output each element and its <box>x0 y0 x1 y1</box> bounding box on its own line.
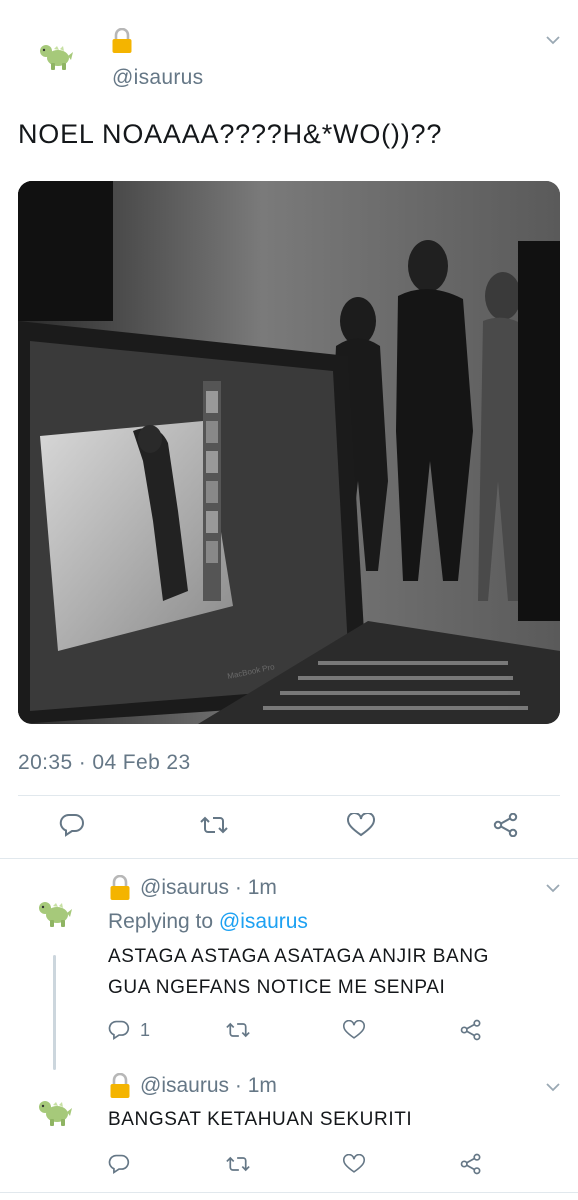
heart-icon <box>347 813 375 837</box>
retweet-button[interactable] <box>192 808 236 842</box>
dinosaur-avatar-icon <box>39 1101 72 1126</box>
reply-button[interactable] <box>108 1150 130 1178</box>
photo-laptop-studio: MacBook Pro <box>18 181 560 724</box>
share-button[interactable] <box>460 1150 482 1178</box>
reply-button[interactable]: 1 <box>108 1016 150 1044</box>
chevron-down-icon[interactable] <box>546 880 560 893</box>
reply-author-handle[interactable]: @isaurus <box>140 876 229 899</box>
tweet-timestamp[interactable]: 20:35 · 04 Feb 23 <box>18 751 191 775</box>
chevron-down-icon[interactable] <box>546 32 560 45</box>
retweet-icon <box>200 816 228 834</box>
reply-author-handle[interactable]: @isaurus <box>140 1074 229 1097</box>
reply-count: 1 <box>140 1019 151 1040</box>
reply-time[interactable]: 1m <box>248 1074 277 1097</box>
retweet-icon <box>226 1156 250 1172</box>
chevron-down-icon[interactable] <box>546 1079 560 1092</box>
separator-dot: · <box>234 876 242 899</box>
replying-to-handle[interactable]: @isaurus <box>219 910 308 933</box>
reply-time[interactable]: 1m <box>248 876 277 899</box>
avatar[interactable] <box>35 893 75 933</box>
lock-icon <box>109 1072 131 1099</box>
reply-icon <box>108 1020 130 1041</box>
tweet-photo[interactable]: MacBook Pro <box>18 181 560 724</box>
like-button[interactable] <box>343 1150 365 1178</box>
dinosaur-avatar-icon <box>40 45 73 70</box>
reply-text: BANGSAT KETAHUAN SEKURITI <box>108 1109 413 1130</box>
divider <box>18 795 560 796</box>
separator-dot: · <box>234 1074 242 1097</box>
tweet-author-handle[interactable]: @isaurus <box>112 66 203 90</box>
replying-to: Replying to @isaurus <box>108 910 308 934</box>
share-icon <box>460 1019 481 1041</box>
reply-icon <box>59 813 84 837</box>
reply-text-line: ASTAGA ASTAGA ASATAGA ANJIR BANG <box>108 946 490 967</box>
lock-icon <box>109 874 131 901</box>
avatar[interactable] <box>36 36 76 76</box>
dinosaur-avatar-icon <box>39 902 72 927</box>
lock-icon <box>111 27 133 54</box>
like-button[interactable] <box>343 1016 365 1044</box>
reply-header: @isaurus · 1m <box>140 876 277 900</box>
retweet-icon <box>226 1022 250 1038</box>
share-icon <box>493 813 518 837</box>
heart-icon <box>343 1154 365 1173</box>
heart-icon <box>343 1020 365 1039</box>
reply-text: ASTAGA ASTAGA ASATAGA ANJIR BANG GUA NGE… <box>108 941 489 1003</box>
reply-button[interactable] <box>50 808 94 842</box>
share-button[interactable] <box>460 1016 482 1044</box>
tweet-text: NOEL NOAAAA????H&*WO())?? <box>18 119 443 149</box>
retweet-button[interactable] <box>226 1150 250 1178</box>
retweet-button[interactable] <box>226 1016 250 1044</box>
reply-header: @isaurus · 1m <box>140 1074 277 1098</box>
avatar[interactable] <box>35 1092 75 1132</box>
thread-line <box>53 955 56 1070</box>
reply-text-line: GUA NGEFANS NOTICE ME SENPAI <box>108 977 446 998</box>
reply-icon <box>108 1154 130 1175</box>
share-icon <box>460 1153 481 1175</box>
divider <box>0 858 578 859</box>
like-button[interactable] <box>339 808 383 842</box>
replying-to-label: Replying to <box>108 910 214 933</box>
divider <box>0 1192 578 1193</box>
share-button[interactable] <box>484 808 528 842</box>
